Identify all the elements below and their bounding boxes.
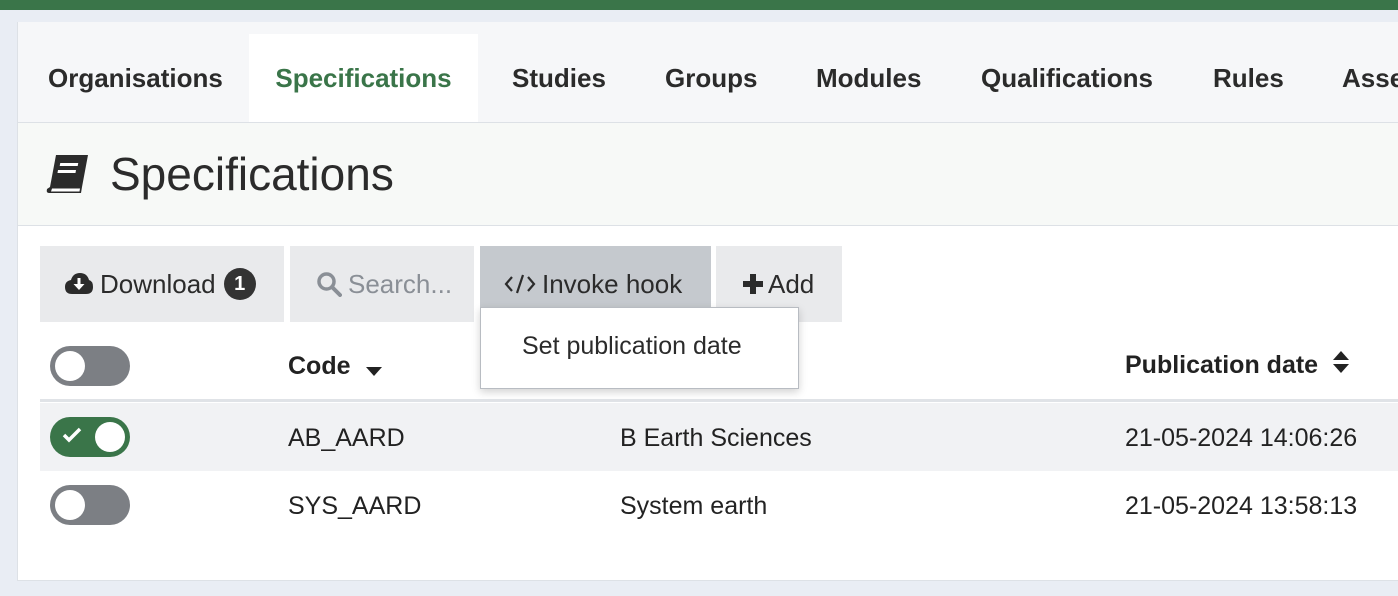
column-header-publication-date-label: Publication date <box>1125 351 1319 379</box>
cell-publication-date: 21-05-2024 14:06:26 <box>1125 424 1358 452</box>
search-icon <box>316 271 342 297</box>
code-icon <box>504 272 536 296</box>
tab-organisations[interactable]: Organisations <box>48 34 223 122</box>
invoke-hook-menu: Set publication date <box>480 307 799 389</box>
toggle-knob <box>55 351 85 381</box>
tab-specifications[interactable]: Specifications <box>249 34 478 122</box>
tab-studies[interactable]: Studies <box>512 34 606 122</box>
toggle-knob <box>95 422 125 452</box>
tab-assessments[interactable]: Assessments <box>1342 34 1398 122</box>
sort-down-icon <box>365 355 383 384</box>
download-button[interactable]: Download 1 <box>40 246 284 322</box>
sort-icon <box>1332 349 1350 382</box>
cell-publication-date: 21-05-2024 13:58:13 <box>1125 492 1358 520</box>
tab-rules[interactable]: Rules <box>1213 34 1284 122</box>
column-header-code-label: Code <box>288 352 351 380</box>
cell-name: B Earth Sciences <box>620 424 812 452</box>
tab-groups[interactable]: Groups <box>665 34 757 122</box>
add-label: Add <box>768 268 815 299</box>
table-header-divider <box>40 399 1398 402</box>
column-header-publication-date[interactable]: Publication date <box>1125 349 1350 382</box>
search-box[interactable] <box>290 246 478 322</box>
search-input[interactable] <box>348 268 478 300</box>
plus-icon <box>742 273 764 295</box>
tab-qualifications[interactable]: Qualifications <box>981 34 1153 122</box>
top-accent-bar <box>0 0 1398 10</box>
select-all-toggle[interactable] <box>50 346 130 386</box>
tab-modules[interactable]: Modules <box>816 34 921 122</box>
download-count-badge: 1 <box>223 268 256 300</box>
row-select-toggle[interactable] <box>50 485 130 525</box>
column-header-code[interactable]: Code <box>288 349 383 384</box>
invoke-hook-label: Invoke hook <box>542 268 683 299</box>
specifications-panel: Specifications Download 1 Search... Invo… <box>17 123 1398 581</box>
cloud-download-icon <box>64 272 94 296</box>
cell-name: System earth <box>620 492 768 520</box>
table-row[interactable]: AB_AARD B Earth Sciences 21-05-2024 14:0… <box>40 403 1398 471</box>
row-select-toggle[interactable] <box>50 417 130 457</box>
menu-item-set-publication-date[interactable]: Set publication date <box>522 332 742 361</box>
book-icon <box>46 155 88 193</box>
page-header: Specifications <box>18 123 1398 226</box>
table-row[interactable]: SYS_AARD System earth 21-05-2024 13:58:1… <box>40 471 1398 539</box>
cell-code: SYS_AARD <box>288 492 422 520</box>
check-icon <box>62 427 82 443</box>
main-tabs: Organisations Specifications Studies Gro… <box>17 22 1398 123</box>
toggle-knob <box>55 490 85 520</box>
download-label: Download <box>100 268 216 299</box>
cell-code: AB_AARD <box>288 424 405 452</box>
page-title: Specifications <box>110 148 394 200</box>
